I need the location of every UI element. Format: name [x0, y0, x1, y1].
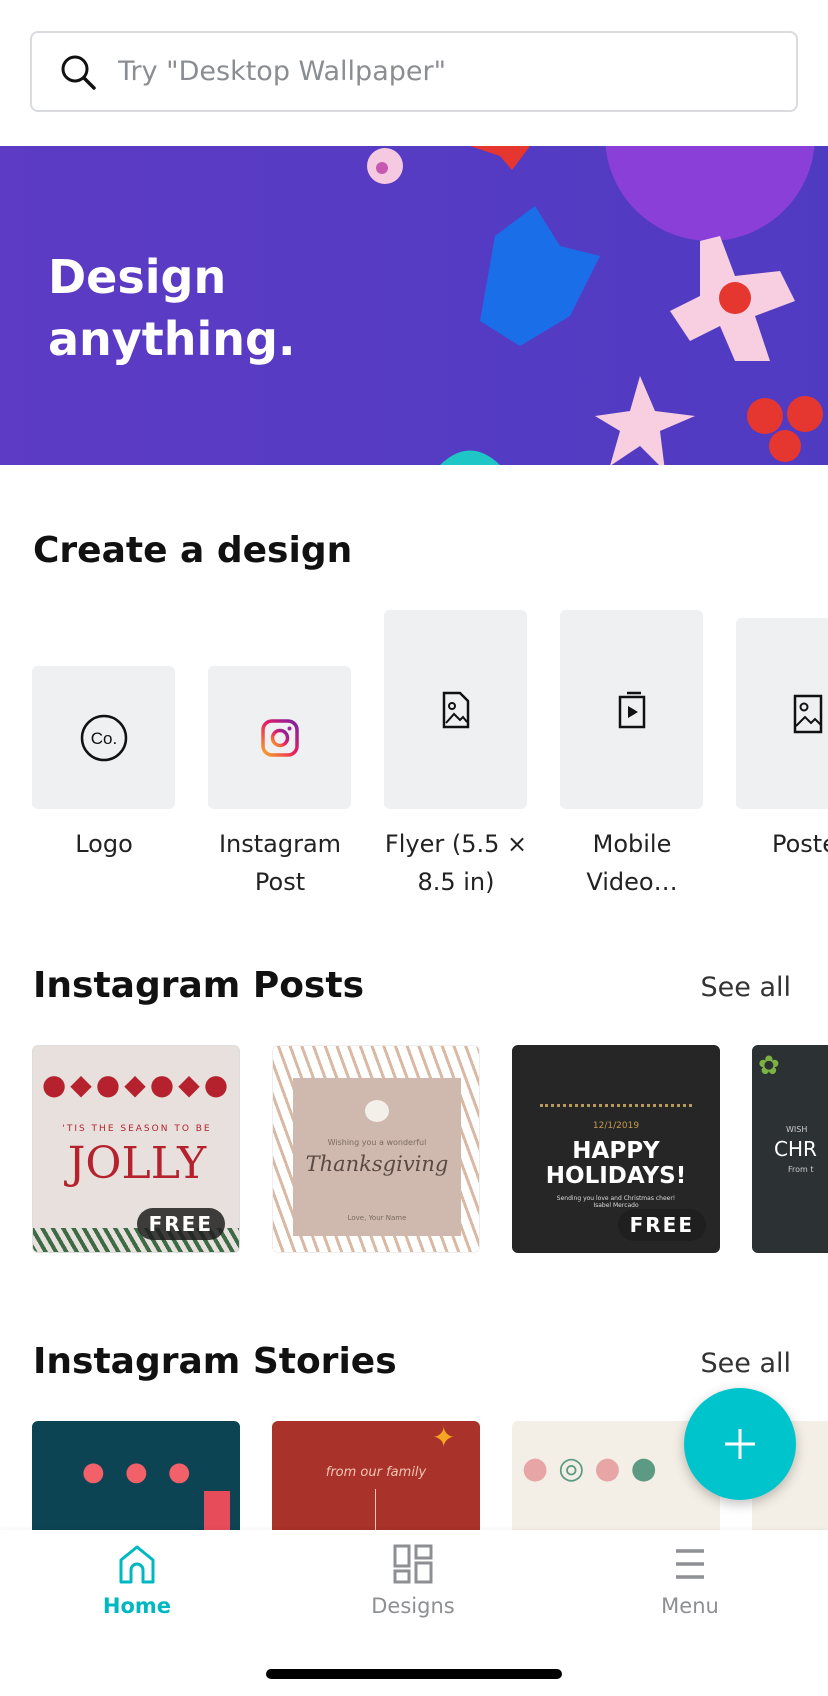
nav-designs[interactable]: Designs [333, 1544, 493, 1618]
card-panel: Wishing you a wonderful Thanksgiving Lov… [293, 1078, 461, 1236]
card-title: HAPPY HOLIDAYS! [545, 1138, 687, 1189]
holly: ✿ [758, 1051, 780, 1081]
grid-icon [393, 1544, 433, 1584]
card-text: 'TIS THE SEASON TO BE [62, 1124, 212, 1134]
create-design-heading: Create a design [33, 530, 353, 571]
story-card-ornaments[interactable]: ● ● ● [32, 1421, 240, 1541]
pumpkin [365, 1100, 389, 1122]
stories-see-all-link[interactable]: See all [701, 1348, 792, 1379]
design-type-flyer[interactable] [384, 610, 527, 809]
create-fab-button[interactable] [684, 1388, 796, 1500]
hamburger-menu-icon [676, 1549, 704, 1579]
logo-co-icon: Co. [80, 714, 127, 761]
card-title: CHR [774, 1137, 817, 1161]
post-card-happy-holidays[interactable]: 12/1/2019 HAPPY HOLIDAYS! Sending you lo… [512, 1045, 720, 1253]
card-text: WISH [786, 1125, 808, 1134]
nav-designs-label: Designs [371, 1594, 455, 1618]
search-input[interactable] [118, 56, 718, 87]
card-text: Sending you love and Christmas cheer! Is… [556, 1195, 676, 1209]
banner-line-1: Design [48, 250, 227, 304]
card-title: Thanksgiving [305, 1152, 449, 1176]
ornaments: ● ● ● [82, 1457, 197, 1487]
garland [540, 1093, 692, 1107]
design-type-instagram-post[interactable] [208, 666, 351, 809]
home-indicator [266, 1669, 562, 1679]
nav-menu-label: Menu [661, 1594, 719, 1618]
free-badge: FREE [617, 1209, 706, 1241]
home-icon [119, 1545, 155, 1584]
card-date: 12/1/2019 [592, 1121, 640, 1131]
svg-text:Co.: Co. [90, 729, 116, 748]
posts-see-all-link[interactable]: See all [701, 972, 792, 1003]
story-card-family[interactable]: from our family ✦ [272, 1421, 480, 1541]
instagram-stories-heading: Instagram Stories [33, 1341, 397, 1382]
instagram-icon [260, 718, 299, 757]
ornaments: ●◎●● [522, 1451, 667, 1486]
design-type-poster[interactable] [736, 618, 828, 809]
tile-label-instagram-post: Instagram Post [218, 830, 342, 896]
banner-line-2: anything. [48, 312, 296, 366]
banner-title: Design anything. [48, 246, 295, 370]
card-footer: Love, Your Name [347, 1214, 407, 1222]
free-badge: FREE [136, 1208, 225, 1240]
nav-home-label: Home [102, 1594, 172, 1618]
tile-label-logo: Logo [75, 830, 133, 858]
nav-menu[interactable]: Menu [610, 1544, 770, 1618]
nav-home[interactable]: Home [57, 1544, 217, 1618]
design-type-mobile-video[interactable] [560, 610, 703, 809]
document-image-icon [442, 691, 469, 728]
ornaments: ●◆●◆●◆● [41, 1068, 233, 1101]
card-text: Wishing you a wonderful [327, 1138, 427, 1147]
leaf: ✦ [432, 1421, 456, 1454]
post-card-thanksgiving[interactable]: Wishing you a wonderful Thanksgiving Lov… [272, 1045, 480, 1253]
plus-icon [725, 1429, 755, 1459]
search-bar[interactable] [30, 31, 798, 112]
video-file-icon [618, 691, 645, 728]
tile-label-mobile-video: Mobile Video… [586, 830, 678, 896]
tile-label-poster: Poste [772, 830, 828, 858]
card-footer: From t [788, 1165, 814, 1174]
image-icon [793, 694, 823, 733]
post-card-jolly[interactable]: ●◆●◆●◆● 'TIS THE SEASON TO BE JOLLY FREE [32, 1045, 240, 1253]
post-card-christmas[interactable]: ✿ WISH CHR From t [752, 1045, 828, 1253]
instagram-posts-heading: Instagram Posts [33, 965, 364, 1006]
search-icon [61, 55, 96, 90]
design-type-logo[interactable]: Co. [32, 666, 175, 809]
hero-banner[interactable]: Design anything. [0, 146, 828, 465]
card-text: from our family [325, 1465, 427, 1480]
tile-label-flyer: Flyer (5.5 × 8.5 in) [384, 830, 528, 896]
card-title: JOLLY [67, 1138, 207, 1189]
